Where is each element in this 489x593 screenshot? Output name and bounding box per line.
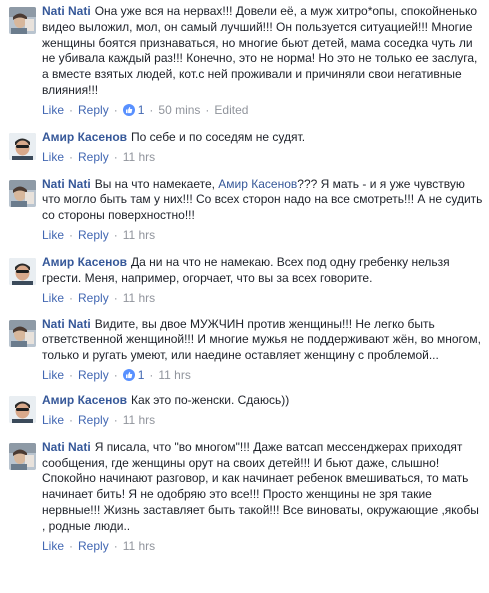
like-reaction-icon (122, 368, 135, 381)
comment-author[interactable]: Амир Касенов (42, 393, 127, 407)
reply-link[interactable]: Reply (78, 291, 109, 305)
comment-message: Она уже вся на нервах!!! Довели её, а му… (42, 4, 478, 97)
comment-message: Видите, вы двое МУЖЧИН против женщины!!!… (42, 316, 481, 363)
avatar-nati-icon (9, 179, 36, 207)
separator: · (113, 102, 118, 117)
separator: · (113, 538, 118, 553)
comment-actions: Like · Reply · 1 · 11 hrs (42, 367, 483, 383)
like-link[interactable]: Like (42, 150, 64, 164)
comment-time[interactable]: 11 hrs (123, 291, 155, 305)
comment-actions: Like · Reply · 11 hrs (42, 149, 483, 165)
comment-text: Амир Касенов Да ни на что не намекаю. Все… (42, 255, 483, 287)
separator: · (69, 412, 74, 427)
comment-text: Nati Nati Я писала, что "во многом"!!! Да… (42, 440, 483, 535)
comment-time[interactable]: 11 hrs (123, 413, 155, 427)
reply-link[interactable]: Reply (78, 368, 109, 382)
avatar[interactable] (9, 319, 36, 347)
comment-thread: Nati Nati Она уже вся на нервах!!! Довели… (0, 0, 489, 593)
separator: · (69, 290, 74, 305)
comment-text: Nati Nati Видите, вы двое МУЖЧИН против ж… (42, 317, 483, 364)
separator: · (149, 367, 154, 382)
comment-author[interactable]: Nati Nati (42, 4, 91, 18)
comment-actions: Like · Reply · 1 · 50 mins · Edited (42, 102, 483, 118)
avatar-amir-icon (9, 395, 36, 423)
reply-link[interactable]: Reply (78, 228, 109, 242)
comment-time[interactable]: 50 mins (158, 103, 200, 117)
avatar[interactable] (9, 257, 36, 285)
avatar[interactable] (9, 132, 36, 160)
separator: · (113, 367, 118, 382)
comment-actions: Like · Reply · 11 hrs (42, 412, 483, 428)
comment-time[interactable]: 11 hrs (123, 228, 155, 242)
comment: Nati Nati Я писала, что "во многом"!!! Да… (0, 440, 489, 554)
comment-time[interactable]: 11 hrs (123, 150, 155, 164)
separator: · (69, 538, 74, 553)
separator: · (69, 149, 74, 164)
avatar[interactable] (9, 395, 36, 423)
comment: Амир Касенов Как это по-женски. Сдаюсь)) … (0, 393, 489, 428)
separator: · (69, 227, 74, 242)
comment: Nati Nati Видите, вы двое МУЖЧИН против ж… (0, 317, 489, 383)
comment-actions: Like · Reply · 11 hrs (42, 290, 483, 306)
avatar-nati-icon (9, 7, 36, 34)
comment: Амир Касенов По себе и по соседям не судя… (0, 130, 489, 165)
avatar[interactable] (9, 179, 36, 207)
reaction-count[interactable]: 1 (122, 368, 144, 382)
comment-time[interactable]: 11 hrs (123, 539, 155, 553)
separator: · (113, 290, 118, 305)
comment-author[interactable]: Nati Nati (42, 177, 91, 191)
avatar[interactable] (9, 442, 36, 470)
comment-text: Nati Nati Вы на что намекаете, Амир Касен… (42, 177, 483, 224)
comment-author[interactable]: Nati Nati (42, 317, 91, 331)
comment-text: Nati Nati Она уже вся на нервах!!! Довели… (42, 4, 483, 99)
comment: Nati Nati Вы на что намекаете, Амир Касен… (0, 177, 489, 243)
like-link[interactable]: Like (42, 539, 64, 553)
comment-message: Я писала, что "во многом"!!! Даже ватсап… (42, 439, 479, 533)
edited-label[interactable]: Edited (214, 103, 248, 117)
reaction-count[interactable]: 1 (122, 103, 144, 117)
comment-author[interactable]: Nati Nati (42, 440, 91, 454)
like-link[interactable]: Like (42, 413, 64, 427)
like-link[interactable]: Like (42, 291, 64, 305)
separator: · (69, 102, 74, 117)
separator: · (113, 227, 118, 242)
comment-author[interactable]: Амир Касенов (42, 255, 127, 269)
separator: · (69, 367, 74, 382)
separator: · (113, 149, 118, 164)
like-link[interactable]: Like (42, 103, 64, 117)
avatar-nati-icon (9, 442, 36, 470)
mention-link[interactable]: Амир Касенов (218, 177, 297, 191)
comment-author[interactable]: Амир Касенов (42, 130, 127, 144)
reply-link[interactable]: Reply (78, 539, 109, 553)
avatar[interactable] (9, 7, 36, 34)
like-reaction-icon (122, 103, 135, 116)
reply-link[interactable]: Reply (78, 150, 109, 164)
comment-actions: Like · Reply · 11 hrs (42, 227, 483, 243)
comment-actions: Like · Reply · 11 hrs (42, 538, 483, 554)
avatar-amir-icon (9, 132, 36, 160)
like-link[interactable]: Like (42, 228, 64, 242)
reply-link[interactable]: Reply (78, 413, 109, 427)
separator: · (205, 102, 210, 117)
comment-time[interactable]: 11 hrs (158, 368, 190, 382)
comment-message: По себе и по соседям не судят. (131, 129, 306, 144)
comment-text: Амир Касенов Как это по-женски. Сдаюсь)) (42, 393, 483, 409)
like-link[interactable]: Like (42, 368, 64, 382)
comment: Nati Nati Она уже вся на нервах!!! Довели… (0, 4, 489, 118)
comment-message: Вы на что намекаете, (94, 176, 219, 191)
separator: · (149, 102, 154, 117)
separator: · (113, 412, 118, 427)
avatar-nati-icon (9, 319, 36, 347)
avatar-amir-icon (9, 257, 36, 285)
comment-text: Амир Касенов По себе и по соседям не судя… (42, 130, 483, 146)
reply-link[interactable]: Reply (78, 103, 109, 117)
comment-message: Как это по-женски. Сдаюсь)) (131, 392, 290, 407)
comment: Амир Касенов Да ни на что не намекаю. Все… (0, 255, 489, 306)
